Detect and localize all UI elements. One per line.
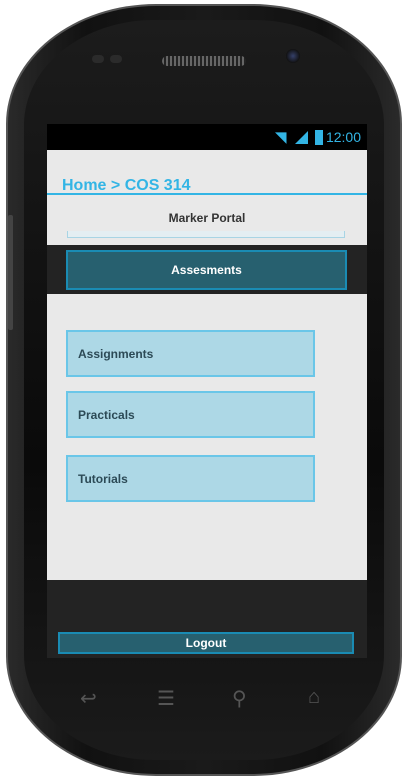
battery-icon — [315, 130, 323, 145]
menu-icon[interactable]: ☰ — [157, 686, 175, 711]
list-item-assignments[interactable]: Assignments — [66, 330, 315, 377]
list-item-tutorials[interactable]: Tutorials — [66, 455, 315, 502]
app-screen: ◥ 12:00 Home > COS 314 Marker Portal Ass… — [47, 124, 367, 658]
status-bar: ◥ 12:00 — [47, 124, 367, 150]
search-icon[interactable]: ⚲ — [232, 686, 247, 711]
clock: 12:00 — [325, 129, 361, 145]
signal-icon — [295, 131, 308, 144]
volume-button — [8, 215, 13, 330]
portal-input[interactable] — [67, 231, 345, 238]
sensor — [92, 55, 104, 63]
divider — [47, 193, 367, 195]
wifi-icon: ◥ — [275, 129, 287, 146]
front-camera — [286, 49, 300, 63]
home-icon[interactable]: ⌂ — [308, 686, 320, 709]
page-title: Marker Portal — [168, 211, 246, 225]
list-item-practicals[interactable]: Practicals — [66, 391, 315, 438]
back-icon[interactable]: ↩ — [80, 686, 97, 711]
sensor — [110, 55, 122, 63]
assessments-button[interactable]: Assesments — [66, 250, 347, 290]
earpiece-speaker — [162, 56, 246, 66]
logout-button[interactable]: Logout — [58, 632, 354, 654]
